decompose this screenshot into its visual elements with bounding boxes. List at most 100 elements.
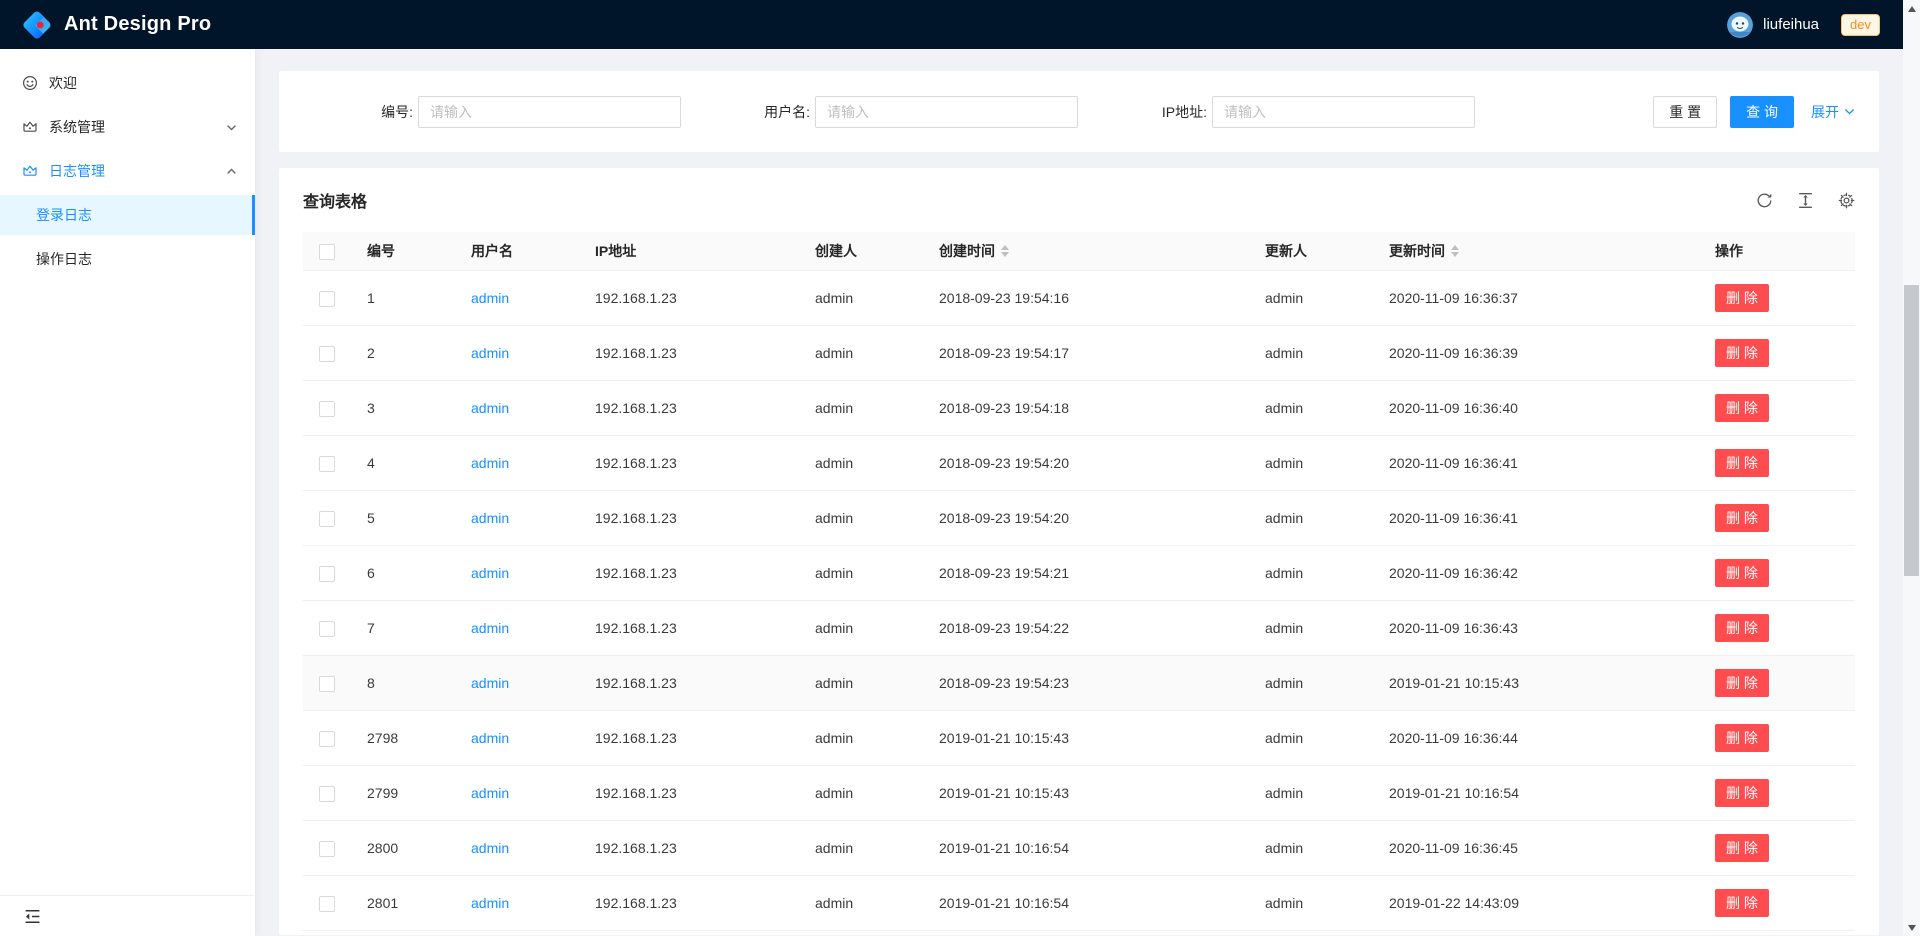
sort-carets-icon[interactable] [1451, 245, 1459, 257]
row-checkbox[interactable] [319, 456, 335, 472]
delete-button[interactable]: 删 除 [1715, 339, 1769, 367]
delete-button[interactable]: 删 除 [1715, 504, 1769, 532]
column-header-updater: 更新人 [1249, 232, 1373, 271]
user-name[interactable]: liufeihua [1763, 16, 1819, 33]
row-checkbox[interactable] [319, 676, 335, 692]
row-checkbox[interactable] [319, 566, 335, 582]
search-button[interactable]: 查 询 [1730, 96, 1794, 128]
sidebar-item-2[interactable]: 日志管理 [0, 151, 255, 191]
username-link[interactable]: admin [471, 400, 509, 416]
cell-ip: 192.168.1.23 [579, 876, 799, 931]
select-all-checkbox[interactable] [319, 244, 335, 260]
scrollbar-down-arrow-icon[interactable] [1903, 919, 1920, 936]
username-link[interactable]: admin [471, 840, 509, 856]
filter-card: 编号:用户名:IP地址: 重 置 查 询 展开 [279, 71, 1879, 152]
delete-button[interactable]: 删 除 [1715, 449, 1769, 477]
username-link[interactable]: admin [471, 565, 509, 581]
cell-checkbox [303, 766, 351, 821]
chevron-down-icon [226, 122, 237, 133]
user-avatar[interactable] [1727, 12, 1753, 38]
cell-updated: 2020-11-09 16:36:40 [1373, 381, 1699, 436]
sidebar-subitem-4[interactable]: 操作日志 [0, 239, 255, 279]
delete-button[interactable]: 删 除 [1715, 394, 1769, 422]
cell-updated: 2020-11-09 16:36:44 [1373, 711, 1699, 766]
username-link[interactable]: admin [471, 895, 509, 911]
cell-updated: 2020-11-09 16:36:39 [1373, 326, 1699, 381]
cell-id: 2801 [351, 876, 455, 931]
column-header-ip: IP地址 [579, 232, 799, 271]
column-height-icon[interactable] [1797, 192, 1814, 209]
cell-updater: admin [1249, 821, 1373, 876]
column-header-created[interactable]: 创建时间 [923, 232, 1249, 271]
cell-updated: 2020-11-09 16:36:37 [1373, 271, 1699, 326]
filter-field-1: 用户名: [700, 96, 1078, 128]
cell-created: 2018-09-23 19:54:21 [923, 546, 1249, 601]
scrollbar-up-arrow-icon[interactable] [1903, 0, 1920, 17]
username-link[interactable]: admin [471, 730, 509, 746]
sidebar-item-1[interactable]: 系统管理 [0, 107, 255, 147]
table-row: 8admin192.168.1.23admin2018-09-23 19:54:… [303, 656, 1855, 711]
setting-icon[interactable] [1838, 192, 1855, 209]
filter-field-input-2[interactable] [1212, 96, 1475, 128]
username-link[interactable]: admin [471, 455, 509, 471]
cell-ip: 192.168.1.23 [579, 271, 799, 326]
scrollbar[interactable] [1903, 0, 1920, 936]
row-checkbox[interactable] [319, 291, 335, 307]
filter-field-input-0[interactable] [418, 96, 681, 128]
expand-toggle[interactable]: 展开 [1811, 102, 1855, 122]
delete-button[interactable]: 删 除 [1715, 669, 1769, 697]
login-log-table: 编号用户名IP地址创建人创建时间更新人更新时间操作 1admin192.168.… [303, 232, 1855, 935]
username-link[interactable]: admin [471, 345, 509, 361]
row-checkbox[interactable] [319, 511, 335, 527]
reset-button[interactable]: 重 置 [1653, 96, 1717, 128]
username-link[interactable]: admin [471, 675, 509, 691]
row-checkbox[interactable] [319, 786, 335, 802]
chevron-down-icon [1844, 106, 1855, 117]
username-link[interactable]: admin [471, 290, 509, 306]
reload-icon[interactable] [1756, 192, 1773, 209]
cell-updater: admin [1249, 546, 1373, 601]
sidebar-item-0[interactable]: 欢迎 [0, 63, 255, 103]
delete-button[interactable]: 删 除 [1715, 834, 1769, 862]
cell-created: 2018-09-23 19:54:22 [923, 601, 1249, 656]
row-checkbox[interactable] [319, 401, 335, 417]
cell-updater: admin [1249, 601, 1373, 656]
row-checkbox[interactable] [319, 841, 335, 857]
table-row: 2800admin192.168.1.23admin2019-01-21 10:… [303, 821, 1855, 876]
delete-button[interactable]: 删 除 [1715, 889, 1769, 917]
cell-creator: admin [799, 436, 923, 491]
row-checkbox[interactable] [319, 346, 335, 362]
row-checkbox[interactable] [319, 896, 335, 912]
scrollbar-thumb[interactable] [1904, 285, 1919, 576]
row-checkbox[interactable] [319, 731, 335, 747]
cell-username: admin [455, 656, 579, 711]
username-link[interactable]: admin [471, 510, 509, 526]
sort-carets-icon[interactable] [1001, 245, 1009, 257]
column-header-updated[interactable]: 更新时间 [1373, 232, 1699, 271]
delete-button[interactable]: 删 除 [1715, 614, 1769, 642]
app-logo-icon[interactable] [22, 10, 52, 40]
username-link[interactable]: admin [471, 785, 509, 801]
cell-id: 2800 [351, 821, 455, 876]
table-row: 2798admin192.168.1.23admin2019-01-21 10:… [303, 711, 1855, 766]
cell-created: 2019-01-21 10:16:54 [923, 876, 1249, 931]
delete-button[interactable]: 删 除 [1715, 284, 1769, 312]
cell-checkbox [303, 546, 351, 601]
cell-id: 5 [351, 491, 455, 546]
expand-label: 展开 [1811, 102, 1839, 122]
app-header: Ant Design Pro liufeihua dev [0, 0, 1920, 49]
menu-fold-icon[interactable] [24, 908, 41, 925]
cell-created: 2019-01-21 10:15:43 [923, 711, 1249, 766]
filter-field-label: IP地址: [1097, 102, 1212, 122]
filter-field-input-1[interactable] [815, 96, 1078, 128]
cell-created: 2019-01-21 10:15:43 [923, 766, 1249, 821]
sidebar-subitem-3[interactable]: 登录日志 [0, 195, 255, 235]
cell-id: 2799 [351, 766, 455, 821]
row-checkbox[interactable] [319, 621, 335, 637]
delete-button[interactable]: 删 除 [1715, 724, 1769, 752]
delete-button[interactable]: 删 除 [1715, 559, 1769, 587]
delete-button[interactable]: 删 除 [1715, 779, 1769, 807]
header-right: liufeihua dev [1727, 12, 1880, 38]
cell-username: admin [455, 601, 579, 656]
username-link[interactable]: admin [471, 620, 509, 636]
